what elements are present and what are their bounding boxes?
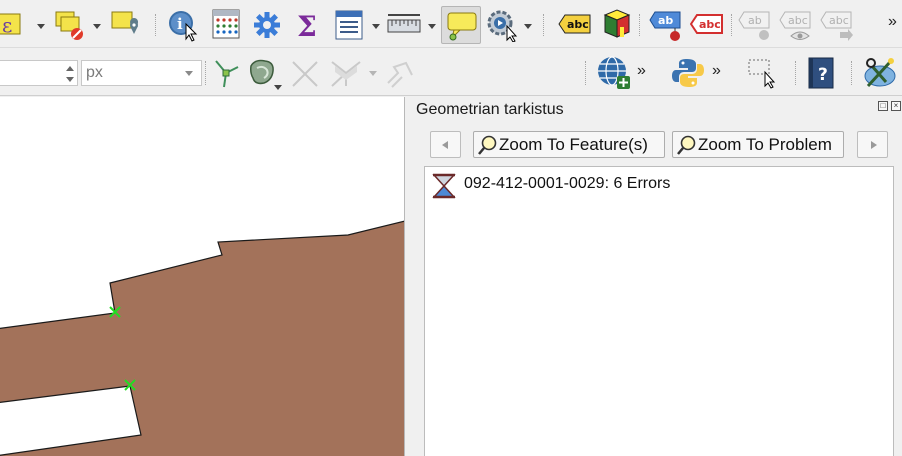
- select-by-location-icon[interactable]: [109, 10, 143, 42]
- spin-down-icon[interactable]: [65, 74, 75, 84]
- python-console-icon[interactable]: [671, 56, 705, 90]
- more-tools-chevron-icon[interactable]: »: [712, 62, 721, 80]
- magnifier-icon: [677, 135, 696, 155]
- dropdown-arrow-icon[interactable]: [428, 24, 436, 29]
- dock-title: Geometrian tarkistus: [416, 101, 564, 118]
- select-rectangle-icon[interactable]: [746, 57, 780, 91]
- toolbar-separator: [639, 14, 641, 36]
- dropdown-arrow-icon[interactable]: [372, 24, 380, 29]
- toolbar-top: ε i Σ abc ab abc ab abc abc »: [0, 0, 902, 48]
- toolbar-separator: [851, 61, 853, 85]
- svg-text:abc: abc: [567, 18, 589, 31]
- map-polygon-layer: [0, 220, 405, 456]
- settings-wrench-icon[interactable]: [862, 54, 898, 92]
- svg-text:ab: ab: [658, 14, 673, 27]
- identify-features-icon[interactable]: i: [166, 8, 202, 42]
- pin-labels-icon[interactable]: ab: [649, 10, 683, 42]
- magnifier-icon: [478, 135, 497, 155]
- merge-features-icon[interactable]: [329, 58, 363, 90]
- label-diagram-icon[interactable]: [601, 7, 633, 41]
- next-error-button[interactable]: [857, 131, 888, 158]
- hourglass-icon: [432, 173, 456, 199]
- toolbar-second: px » » ?: [0, 49, 902, 96]
- toolbar-separator: [543, 14, 545, 36]
- measure-icon[interactable]: [386, 12, 422, 38]
- close-dock-icon[interactable]: ×: [891, 101, 901, 111]
- map-canvas[interactable]: [0, 97, 405, 456]
- unit-value: px: [86, 64, 103, 81]
- more-tools-chevron-icon[interactable]: »: [637, 62, 646, 80]
- arrow-right-icon: [871, 141, 877, 149]
- highlight-labels-icon[interactable]: abc: [690, 13, 724, 35]
- deselect-features-icon[interactable]: [54, 10, 86, 42]
- parcel-polygon[interactable]: [0, 220, 405, 456]
- dropdown-arrow-icon: [185, 71, 193, 76]
- toolbar-separator: [205, 61, 207, 85]
- line-width-spinbox[interactable]: [0, 60, 78, 86]
- list-item[interactable]: 092-412-0001-0029: 6 Errors: [431, 173, 831, 199]
- arrow-left-icon: [442, 141, 448, 149]
- open-attribute-table-icon[interactable]: [210, 8, 242, 42]
- vertex-tool-icon[interactable]: [210, 57, 242, 89]
- zoom-to-features-label: Zoom To Feature(s): [499, 135, 648, 154]
- offset-curve-icon[interactable]: [384, 57, 418, 89]
- temporal-controller-icon[interactable]: [485, 8, 521, 42]
- result-item-label: 092-412-0001-0029: 6 Errors: [464, 175, 671, 192]
- preview-labels-icon[interactable]: abc: [779, 10, 815, 42]
- toolbar-separator: [155, 14, 157, 36]
- layer-labeling-icon[interactable]: abc: [558, 13, 592, 35]
- zoom-to-problem-label: Zoom To Problem: [698, 135, 832, 154]
- geometry-check-dock: Geometrian tarkistus □ × Zoom To Feature…: [406, 97, 902, 456]
- svg-text:abc: abc: [699, 18, 721, 31]
- field-calculator-icon[interactable]: [333, 9, 365, 41]
- svg-text:Σ: Σ: [297, 10, 317, 42]
- more-tools-chevron-icon[interactable]: »: [888, 13, 897, 31]
- dropdown-arrow-icon[interactable]: [274, 85, 282, 90]
- move-label-icon[interactable]: abc: [820, 10, 856, 42]
- help-book-icon[interactable]: ?: [806, 56, 836, 90]
- toolbar-separator: [731, 14, 733, 36]
- split-feature-icon[interactable]: [289, 58, 321, 90]
- results-list[interactable]: 092-412-0001-0029: 6 Errors: [424, 166, 894, 456]
- svg-text:abc: abc: [829, 14, 849, 27]
- dropdown-arrow-icon[interactable]: [369, 71, 377, 76]
- processing-toolbox-icon[interactable]: [251, 8, 283, 42]
- zoom-to-features-button[interactable]: Zoom To Feature(s): [473, 131, 665, 158]
- statistical-summary-icon[interactable]: Σ: [293, 8, 323, 42]
- svg-text:i: i: [177, 15, 183, 33]
- map-tips-icon: [447, 12, 477, 41]
- spin-up-icon[interactable]: [65, 64, 75, 74]
- unit-combobox[interactable]: px: [81, 60, 202, 86]
- float-dock-icon[interactable]: □: [878, 101, 888, 111]
- svg-text:ab: ab: [748, 14, 762, 27]
- dropdown-arrow-icon[interactable]: [37, 24, 45, 29]
- dropdown-arrow-icon[interactable]: [93, 24, 101, 29]
- dropdown-arrow-icon[interactable]: [524, 24, 532, 29]
- toolbar-separator: [795, 61, 797, 85]
- zoom-to-problem-button[interactable]: Zoom To Problem: [672, 131, 844, 158]
- show-hide-labels-icon[interactable]: ab: [738, 10, 772, 42]
- geometry-checker-icon[interactable]: [596, 55, 632, 91]
- previous-error-button[interactable]: [430, 131, 461, 158]
- map-tips-toggle[interactable]: [441, 6, 481, 44]
- svg-text:abc: abc: [788, 14, 808, 27]
- svg-text:ε: ε: [2, 13, 12, 37]
- expression-select-icon[interactable]: ε: [0, 10, 30, 40]
- svg-text:?: ?: [818, 65, 828, 85]
- toolbar-separator: [585, 61, 587, 85]
